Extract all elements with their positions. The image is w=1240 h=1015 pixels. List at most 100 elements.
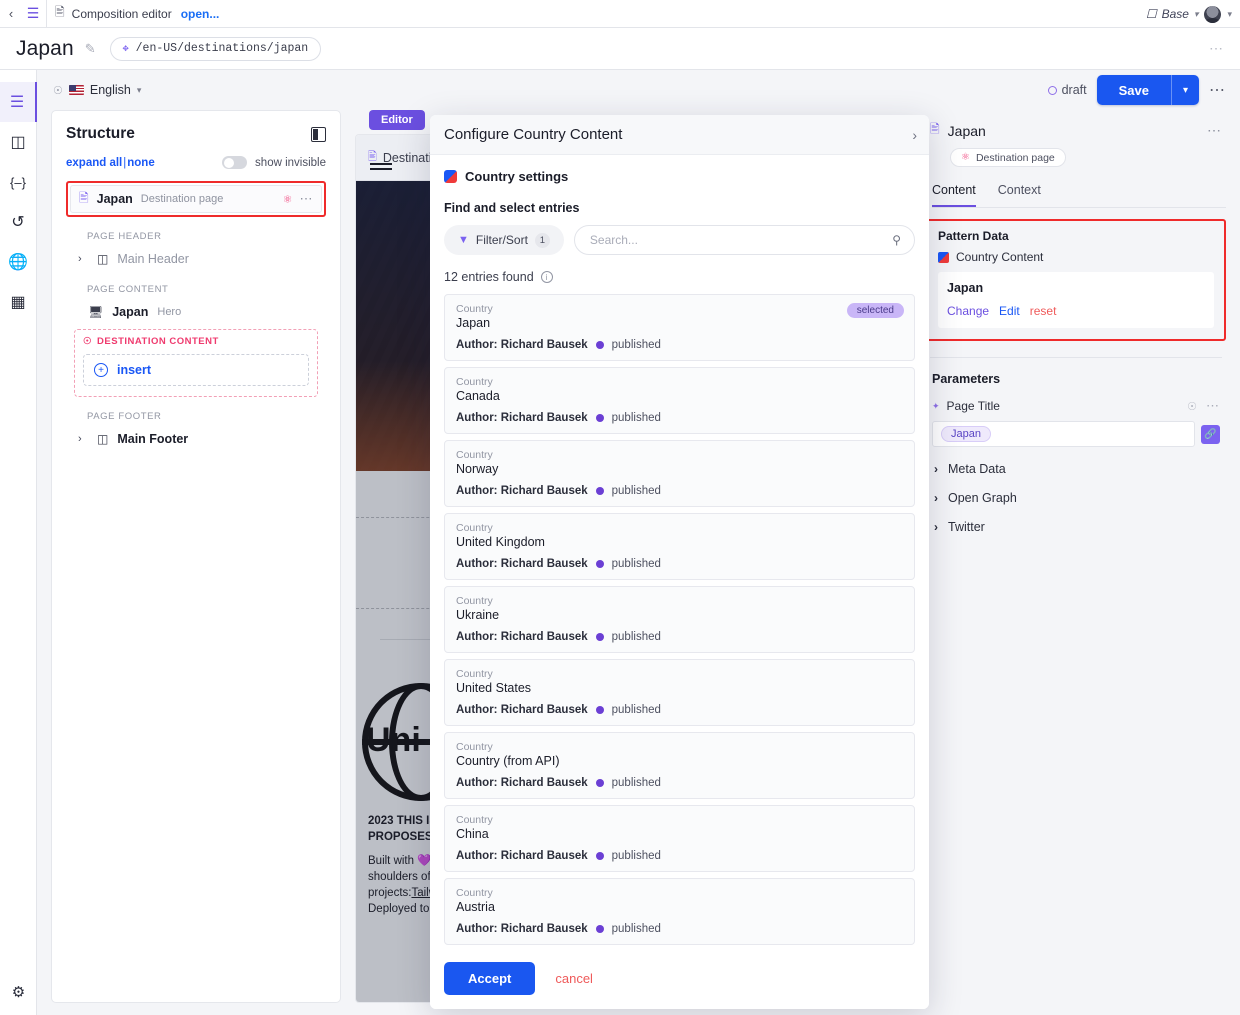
chevron-down-icon: ▾: [1193, 8, 1199, 19]
avatar[interactable]: [1204, 5, 1222, 23]
page-title-param-row: ✦ Page Title ☉ ⋯: [932, 398, 1226, 414]
toolbar-more-icon[interactable]: ⋯: [1209, 80, 1226, 100]
rail-item-history[interactable]: ↺: [0, 202, 37, 242]
chevron-right-icon: ›: [934, 520, 938, 534]
chevron-right-icon[interactable]: ›: [78, 253, 88, 265]
info-icon[interactable]: i: [540, 271, 553, 283]
page-title-input[interactable]: Japan: [932, 421, 1195, 447]
entry-card[interactable]: Country United States Author: Richard Baus…: [444, 659, 915, 726]
entry-card[interactable]: Country Norway Author: Richard Bausek publi…: [444, 440, 915, 507]
rail-item-code[interactable]: {–}: [0, 162, 37, 202]
search-box[interactable]: ⚲: [573, 225, 915, 255]
node-more-icon[interactable]: ⋯: [300, 191, 314, 207]
url-text: /en-US/destinations/japan: [135, 42, 309, 55]
link-icon[interactable]: 🔗: [1201, 424, 1220, 444]
preview-nav-icon: [370, 163, 392, 170]
chevron-right-icon[interactable]: ›: [78, 433, 88, 445]
page-title-row: Japan ✎ ✥ /en-US/destinations/japan ⋯: [0, 28, 1240, 70]
entry-card[interactable]: Country Austria Author: Richard Bausek publ…: [444, 878, 915, 945]
entry-card[interactable]: Country Canada Author: Richard Bausek publi…: [444, 367, 915, 434]
insert-button[interactable]: + insert: [83, 354, 309, 386]
expand-none-link[interactable]: none: [127, 157, 154, 169]
entry-author: Author: Richard Bausek: [456, 558, 588, 570]
accordion-open-graph[interactable]: › Open Graph: [934, 491, 1226, 505]
page-more-icon[interactable]: ⋯: [1209, 40, 1224, 57]
pencil-icon[interactable]: ✎: [85, 41, 96, 57]
avatar-chevron-down-icon[interactable]: ▾: [1227, 9, 1232, 20]
hero-icon: 🖥: [88, 305, 104, 319]
rail-item-window[interactable]: ▦: [0, 282, 37, 322]
tree-node-hero[interactable]: 🖥 Japan Hero: [88, 301, 326, 323]
dialog-header: Configure Country Content ›: [430, 115, 929, 155]
accordion-label: Twitter: [948, 520, 985, 534]
tab-content[interactable]: Content: [932, 183, 976, 207]
status-dot-icon: [595, 852, 604, 860]
entries-list[interactable]: Country Japan Author: Richard Bausek publis…: [444, 294, 915, 947]
change-link[interactable]: Change: [947, 304, 989, 318]
entry-card[interactable]: Country Country (from API) Author: Richard…: [444, 732, 915, 799]
pattern-data-highlight: Pattern Data Country Content Japan Chang…: [926, 219, 1226, 341]
entry-status: published: [611, 704, 661, 716]
page-title-more-icon[interactable]: ⋯: [1206, 398, 1220, 414]
preview-built-line-2: shoulders of: [368, 871, 431, 883]
expand-all-link[interactable]: expand all: [66, 157, 122, 169]
save-button[interactable]: Save: [1096, 75, 1171, 105]
filter-sort-button[interactable]: ▼ Filter/Sort 1: [444, 225, 564, 255]
section-label-page-footer: PAGE FOOTER: [87, 411, 162, 422]
entry-type: Country: [456, 814, 493, 826]
save-dropdown-chevron-down-icon[interactable]: ▾: [1171, 75, 1199, 105]
section-label-page-content: PAGE CONTENT: [87, 284, 169, 295]
right-panel-tabs: Content Context: [932, 183, 1226, 208]
entry-meta: Author: Richard Bausek published: [456, 339, 903, 351]
rail-item-content[interactable]: ◫: [0, 122, 37, 162]
chevron-right-icon[interactable]: ›: [912, 127, 917, 143]
entry-meta: Author: Richard Bausek published: [456, 704, 903, 716]
tree-node-japan[interactable]: 🖹 Japan Destination page ⚛ ⋯: [70, 185, 322, 213]
panel-collapse-icon[interactable]: [311, 126, 326, 142]
back-icon[interactable]: ‹: [0, 6, 22, 21]
open-link[interactable]: open...: [181, 7, 220, 21]
edit-link[interactable]: Edit: [999, 304, 1020, 318]
entry-type: Country: [456, 741, 493, 753]
tree-node-main-footer[interactable]: › ◫ Main Footer: [78, 428, 326, 450]
rail-item-globe[interactable]: 🌐: [0, 242, 37, 282]
entry-card[interactable]: Country China Author: Richard Bausek publis…: [444, 805, 915, 872]
right-panel-more-icon[interactable]: ⋯: [1207, 122, 1222, 139]
search-input[interactable]: [587, 232, 893, 248]
hamburger-icon[interactable]: ☰: [22, 5, 44, 22]
entry-status: published: [611, 777, 661, 789]
entry-status: published: [611, 923, 661, 935]
language-selector[interactable]: ☉ English ▾: [53, 83, 141, 97]
tree-node-main-header[interactable]: › ◫ Main Header: [78, 248, 326, 270]
url-chip[interactable]: ✥ /en-US/destinations/japan: [109, 36, 322, 61]
page-title: Japan: [16, 36, 74, 60]
parameters-title: Parameters: [932, 372, 1001, 386]
gear-icon[interactable]: ⚙: [0, 983, 37, 1001]
tree-node-label: Main Footer: [117, 432, 189, 446]
status-dot-icon: [595, 560, 604, 568]
accept-button[interactable]: Accept: [444, 961, 536, 995]
accordion-meta-data[interactable]: › Meta Data: [934, 462, 1226, 476]
search-icon[interactable]: ⚲: [892, 233, 901, 247]
entry-author: Author: Richard Bausek: [456, 777, 588, 789]
show-invisible-toggle[interactable]: [222, 156, 248, 169]
entry-card[interactable]: Country Japan Author: Richard Bausek publis…: [444, 294, 915, 361]
entry-card[interactable]: Country Ukraine Author: Richard Bausek publ…: [444, 586, 915, 653]
right-panel: 🖹 Japan ⋯ ⚛ Destination page Content Con…: [926, 110, 1226, 1003]
tab-context[interactable]: Context: [998, 183, 1041, 207]
left-rail: ☰ ◫ {–} ↺ 🌐 ▦ ⚙: [0, 70, 37, 1015]
cancel-button[interactable]: cancel: [555, 971, 593, 986]
page-type-label: Destination page: [975, 151, 1055, 164]
globe-icon[interactable]: ☉: [1187, 400, 1197, 413]
find-select-label: Find and select entries: [444, 201, 580, 215]
reset-link[interactable]: reset: [1030, 304, 1057, 318]
entry-card[interactable]: Country United Kingdom Author: Richard Bau…: [444, 513, 915, 580]
globe-icon: ☉: [53, 84, 63, 97]
page-title-token[interactable]: Japan: [941, 426, 991, 442]
base-selector[interactable]: ☐ Base ▾: [1146, 7, 1199, 21]
tab-editor[interactable]: Editor: [369, 110, 425, 130]
code-icon: {–}: [10, 174, 26, 190]
accordion-twitter[interactable]: › Twitter: [934, 520, 1226, 534]
country-settings-label: Country settings: [465, 169, 569, 184]
rail-item-composition[interactable]: ☰: [0, 82, 37, 122]
